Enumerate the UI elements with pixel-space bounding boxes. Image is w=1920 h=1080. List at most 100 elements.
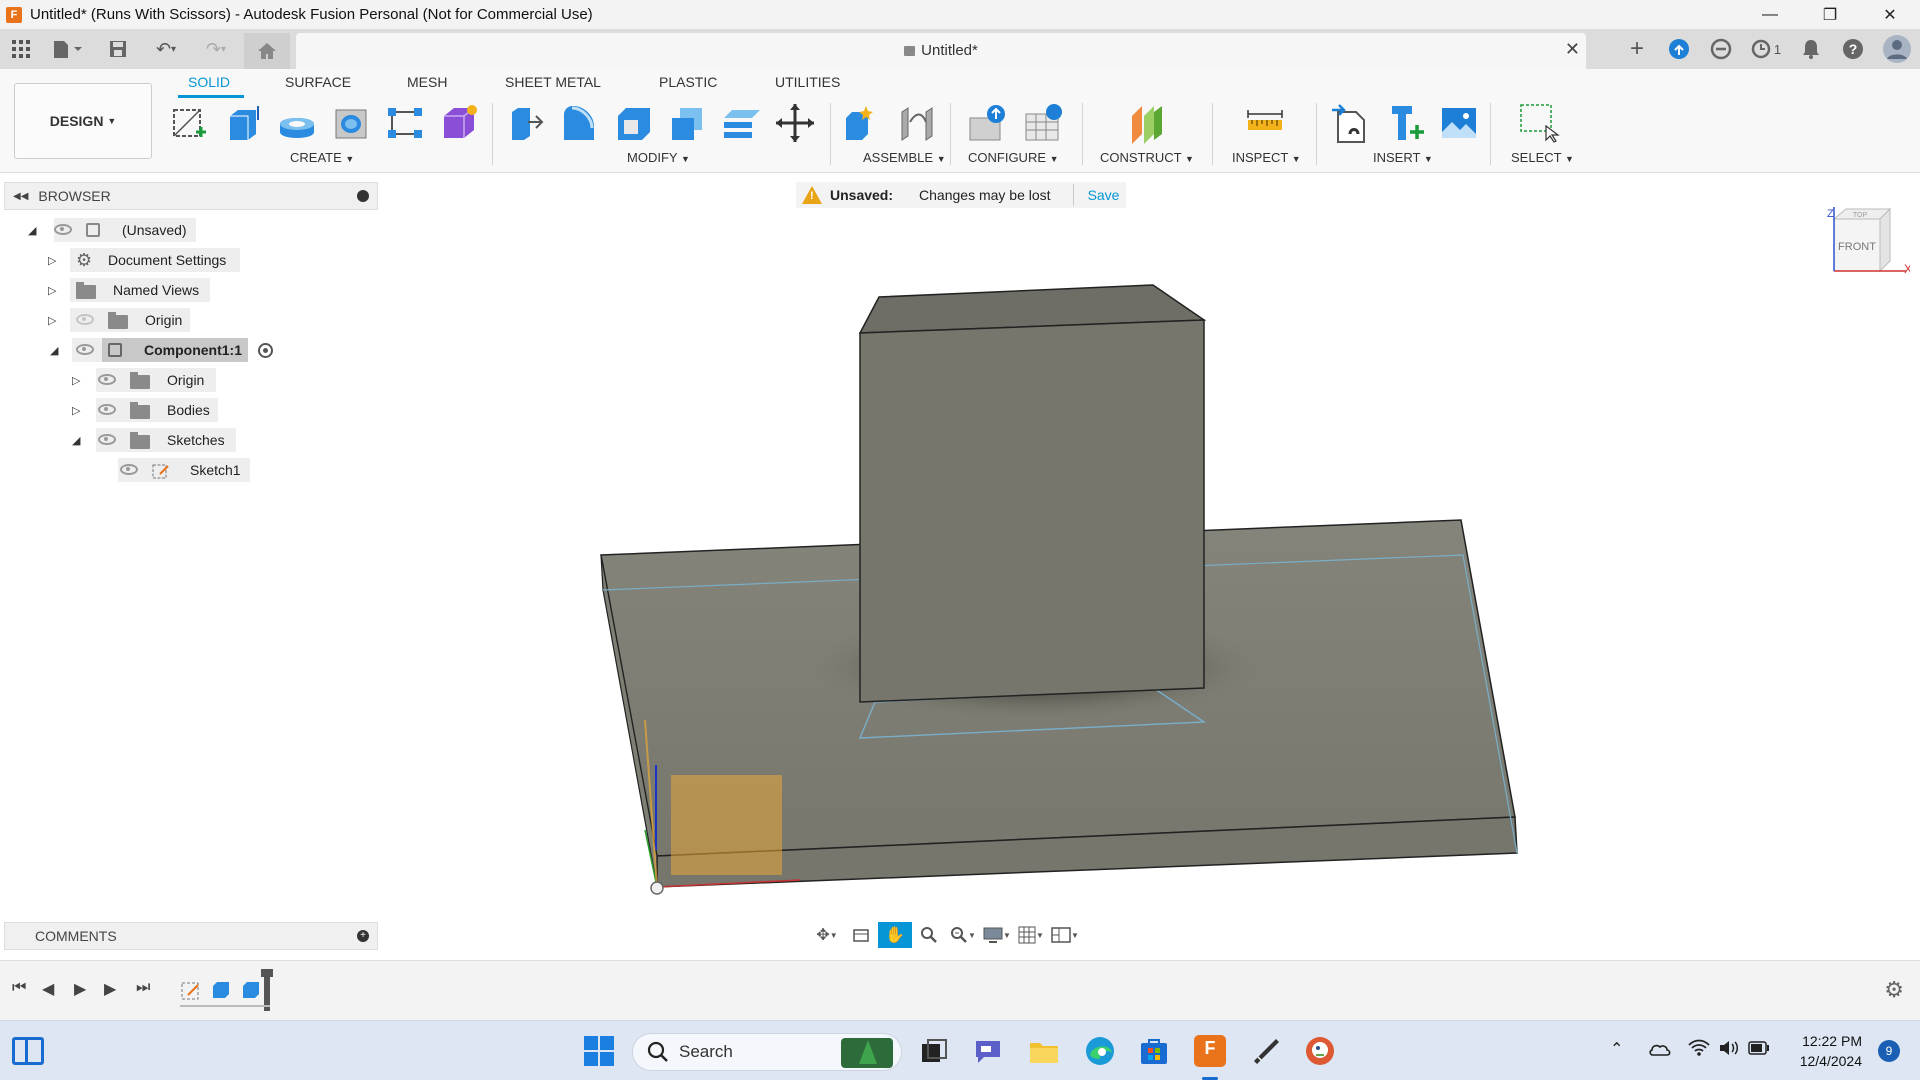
step-back-icon[interactable]: ◀ (42, 979, 54, 999)
visibility-eye-icon[interactable] (54, 224, 72, 235)
insert-mcmaster-icon[interactable] (1386, 102, 1428, 144)
online-status-icon[interactable] (1700, 29, 1742, 69)
go-to-start-icon[interactable]: ⏮ (12, 979, 26, 997)
hidden-eye-icon[interactable] (76, 314, 94, 325)
press-pull-icon[interactable] (504, 102, 546, 144)
timeline-extrude-feature-icon[interactable] (240, 979, 262, 1004)
timeline-sketch-feature-icon[interactable] (180, 979, 202, 1004)
go-to-end-icon[interactable]: ⏭ (136, 979, 150, 997)
combine-icon[interactable] (666, 102, 708, 144)
home-icon[interactable] (244, 33, 290, 69)
battery-icon[interactable] (1748, 1041, 1770, 1058)
joint-icon[interactable] (896, 102, 938, 144)
user-avatar-icon[interactable] (1874, 29, 1920, 69)
tree-item-bodies[interactable]: ▷ Bodies (0, 398, 378, 422)
configure-table-icon[interactable] (1022, 102, 1064, 144)
browser-header[interactable]: ◀◀ BROWSER (4, 182, 378, 210)
teams-chat-icon[interactable] (972, 1035, 1004, 1067)
tree-item-component-origin[interactable]: ▷ Origin (0, 368, 378, 392)
save-icon[interactable] (106, 35, 130, 63)
tree-item-origin[interactable]: ▷ Origin (0, 308, 378, 332)
help-icon[interactable]: ? (1832, 29, 1874, 69)
notification-badge[interactable]: 9 (1878, 1040, 1900, 1062)
expand-triangle-icon[interactable]: ▷ (48, 314, 56, 327)
revolve-icon[interactable] (276, 102, 318, 144)
shell-icon[interactable] (612, 102, 654, 144)
orbit-icon[interactable]: ✥ ▼ (810, 922, 844, 948)
job-status-icon[interactable]: 1 (1742, 29, 1790, 69)
fit-zoom-icon[interactable]: ▼ (946, 922, 980, 948)
group-configure[interactable]: CONFIGURE ▼ (968, 150, 1059, 165)
close-tab-icon[interactable]: ✕ (1565, 39, 1580, 60)
3d-viewport[interactable] (380, 173, 1920, 960)
visibility-eye-icon[interactable] (120, 464, 138, 475)
tab-sheet-metal[interactable]: SHEET METAL (505, 74, 601, 90)
pattern-icon[interactable] (384, 102, 426, 144)
origin-point[interactable] (650, 881, 664, 895)
group-insert[interactable]: INSERT ▼ (1373, 150, 1433, 165)
play-icon[interactable]: ▶ (74, 979, 86, 999)
duckduckgo-icon[interactable] (1304, 1035, 1336, 1067)
group-create[interactable]: CREATE ▼ (290, 150, 354, 165)
step-forward-icon[interactable]: ▶ (104, 979, 116, 999)
windows-start-icon[interactable] (584, 1036, 614, 1066)
pan-hand-icon[interactable]: ✋ (878, 922, 912, 948)
wifi-icon[interactable] (1688, 1039, 1710, 1060)
show-hidden-icons-icon[interactable]: ⌃ (1610, 1039, 1623, 1059)
group-inspect[interactable]: INSPECT ▼ (1232, 150, 1301, 165)
timeline-extrude-feature-icon[interactable] (210, 979, 232, 1004)
notifications-bell-icon[interactable] (1790, 29, 1832, 69)
task-view-icon[interactable] (918, 1035, 950, 1067)
hole-icon[interactable] (330, 102, 372, 144)
block-front-face[interactable] (859, 319, 1205, 703)
tree-item-named-views[interactable]: ▷ Named Views (0, 278, 378, 302)
visibility-eye-icon[interactable] (76, 344, 94, 355)
volume-icon[interactable] (1718, 1039, 1740, 1060)
fusion-taskbar-icon[interactable]: F (1194, 1035, 1226, 1080)
group-assemble[interactable]: ASSEMBLE ▼ (863, 150, 946, 165)
restore-button[interactable]: ❐ (1800, 0, 1860, 29)
tab-solid[interactable]: SOLID (188, 74, 230, 90)
insert-derive-icon[interactable] (1330, 102, 1372, 144)
canvas-image-icon[interactable] (1438, 102, 1480, 144)
tree-item-sketches[interactable]: ◢ Sketches (0, 428, 378, 452)
group-construct[interactable]: CONSTRUCT ▼ (1100, 150, 1194, 165)
tab-mesh[interactable]: MESH (407, 74, 447, 90)
create-form-icon[interactable] (438, 102, 480, 144)
group-modify[interactable]: MODIFY ▼ (627, 150, 690, 165)
visibility-eye-icon[interactable] (98, 374, 116, 385)
extrude-icon[interactable] (222, 102, 264, 144)
collapse-triangle-icon[interactable]: ◢ (72, 434, 80, 447)
visibility-eye-icon[interactable] (98, 404, 116, 415)
expand-triangle-icon[interactable]: ▷ (72, 404, 80, 417)
tree-item-component1[interactable]: ◢ Component1:1 (0, 338, 378, 362)
activate-component-icon[interactable] (258, 343, 273, 358)
widgets-icon[interactable] (12, 1037, 44, 1065)
create-sketch-icon[interactable] (168, 102, 210, 144)
visibility-eye-icon[interactable] (98, 434, 116, 445)
expand-triangle-icon[interactable]: ▷ (48, 284, 56, 297)
undo-icon[interactable]: ↶ ▾ (146, 35, 186, 63)
collapse-triangle-icon[interactable]: ◢ (28, 224, 36, 237)
expand-triangle-icon[interactable]: ▷ (48, 254, 56, 267)
display-settings-icon[interactable]: ▼ (980, 922, 1014, 948)
tree-item-unsaved-root[interactable]: ◢ (Unsaved) (0, 218, 378, 242)
close-window-button[interactable]: ✕ (1860, 0, 1920, 29)
document-tab[interactable]: Untitled* ✕ (296, 33, 1586, 69)
tab-utilities[interactable]: UTILITIES (775, 74, 840, 90)
edge-browser-icon[interactable] (1084, 1035, 1116, 1067)
timeline-settings-gear-icon[interactable]: ⚙ (1884, 977, 1904, 1003)
zoom-icon[interactable] (912, 922, 946, 948)
onedrive-icon[interactable] (1648, 1041, 1672, 1060)
grid-settings-icon[interactable]: ▼ (1014, 922, 1048, 948)
group-select[interactable]: SELECT ▼ (1511, 150, 1574, 165)
select-window-icon[interactable] (1518, 102, 1560, 144)
taskbar-search[interactable]: Search (632, 1033, 902, 1071)
comments-header[interactable]: COMMENTS + (4, 922, 378, 950)
offset-face-icon[interactable] (720, 102, 762, 144)
extensions-icon[interactable] (1658, 29, 1700, 69)
viewports-icon[interactable]: ▼ (1048, 922, 1082, 948)
fillet-icon[interactable] (558, 102, 600, 144)
new-tab-icon[interactable]: + (1616, 29, 1658, 69)
file-explorer-icon[interactable] (1028, 1035, 1060, 1067)
